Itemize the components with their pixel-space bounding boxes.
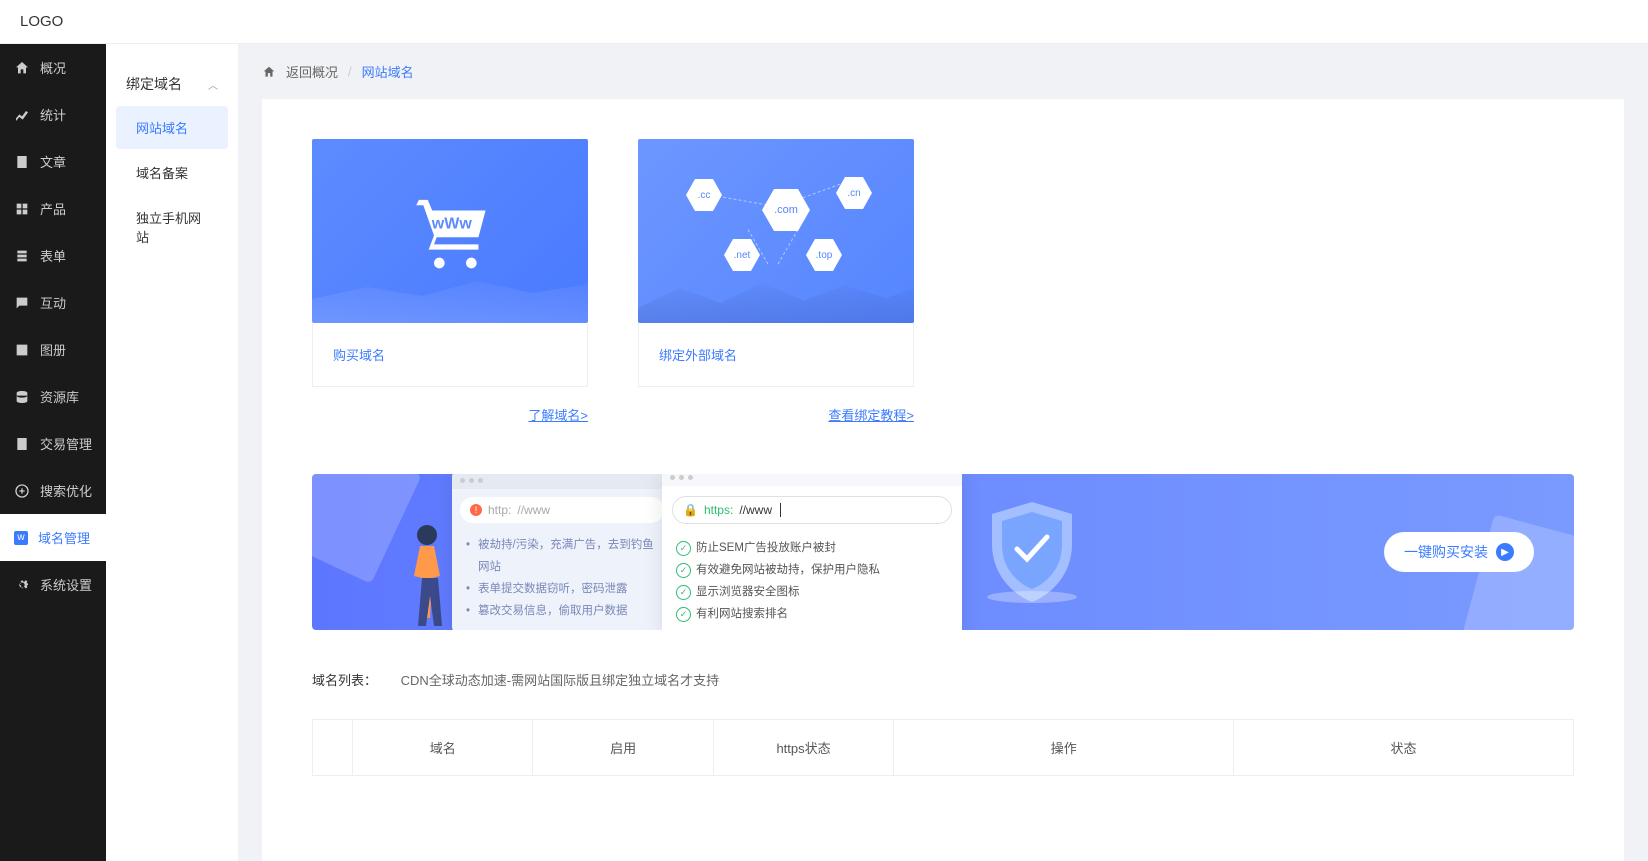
list-item: 防止SEM广告投放账户被封	[676, 538, 948, 560]
install-ssl-button[interactable]: 一键购买安装 ▶	[1384, 532, 1534, 572]
card-bind-title[interactable]: 绑定外部域名	[659, 345, 893, 364]
breadcrumb-current: 网站域名	[362, 62, 414, 81]
nav-label: 概况	[40, 58, 66, 77]
person-illustration	[402, 520, 452, 630]
sidebar-item-overview[interactable]: 概况	[0, 44, 106, 91]
cart-www-icon: wWw	[405, 191, 495, 271]
tld-com: .com	[762, 189, 810, 231]
db-icon	[14, 389, 30, 405]
https-banner: ! http://www 被劫持/污染，充满广告，去到钓鱼网站 表单提交数据窃听…	[312, 474, 1574, 630]
sidebar-item-stats[interactable]: 统计	[0, 91, 106, 138]
sidebar-item-transaction[interactable]: 交易管理	[0, 420, 106, 467]
nav-label: 产品	[40, 199, 66, 218]
th-domain: 域名	[353, 720, 533, 775]
https-pros-list: 防止SEM广告投放账户被封 有效避免网站被劫持，保护用户隐私 显示浏览器安全图标…	[662, 534, 962, 630]
sidebar-item-product[interactable]: 产品	[0, 185, 106, 232]
sub-item-mobile[interactable]: 独立手机网站	[116, 196, 228, 258]
card-buy-title[interactable]: 购买域名	[333, 345, 567, 364]
home-icon	[14, 60, 30, 76]
th-status: 状态	[1234, 720, 1573, 775]
nav-label: 互动	[40, 293, 66, 312]
https-url-bar: 🔒 https://www	[672, 496, 952, 524]
lock-icon: 🔒	[683, 503, 698, 517]
sub-sidebar: 绑定域名︿ 网站域名 域名备案 独立手机网站	[106, 44, 238, 861]
order-icon	[14, 436, 30, 452]
nav-label: 系统设置	[40, 575, 92, 594]
card-buy-link[interactable]: 了解域名>	[528, 408, 588, 423]
sidebar-item-gallery[interactable]: 图册	[0, 326, 106, 373]
domain-table: 域名 启用 https状态 操作 状态	[312, 719, 1574, 776]
doc-icon	[14, 154, 30, 170]
sidebar-item-interact[interactable]: 互动	[0, 279, 106, 326]
nav-label: 搜索优化	[40, 481, 92, 500]
nav-label: 表单	[40, 246, 66, 265]
http-browser: ! http://www 被劫持/污染，充满广告，去到钓鱼网站 表单提交数据窃听…	[452, 474, 672, 630]
http-cons-list: 被劫持/污染，充满广告，去到钓鱼网站 表单提交数据窃听，密码泄露 篡改交易信息，…	[452, 531, 672, 630]
gear-icon	[14, 577, 30, 593]
seo-icon	[14, 483, 30, 499]
breadcrumb: 返回概况 / 网站域名	[238, 44, 1648, 99]
domain-list-title: 域名列表：	[312, 673, 377, 688]
th-action: 操作	[894, 720, 1234, 775]
chat-icon	[14, 295, 30, 311]
chevron-up-icon: ︿	[208, 77, 218, 92]
tld-cn: .cn	[836, 177, 872, 209]
app-logo: LOGO	[20, 13, 63, 30]
card-buy-image: wWw	[312, 139, 588, 323]
tld-cc: .cc	[686, 179, 722, 211]
main-sidebar: 概况 统计 文章 产品 表单 互动 图册 资源库 交易管理 搜索优化 w 域名管理…	[0, 44, 106, 861]
http-url-bar: ! http://www	[460, 497, 664, 523]
sidebar-item-form[interactable]: 表单	[0, 232, 106, 279]
th-checkbox	[313, 720, 353, 775]
list-item: 篡改交易信息，偷取用户数据	[466, 601, 658, 623]
table-header: 域名 启用 https状态 操作 状态	[313, 720, 1573, 775]
sub-sidebar-title[interactable]: 绑定域名︿	[106, 64, 238, 104]
breadcrumb-back[interactable]: 返回概况	[286, 62, 338, 81]
card-bind-domain: .cc .com .cn .net .top 绑定外部域名 查看绑定教程>	[638, 139, 914, 424]
sidebar-item-settings[interactable]: 系统设置	[0, 561, 106, 608]
domain-badge-icon: w	[14, 531, 28, 545]
main-content: 返回概况 / 网站域名 wWw 购买域名 了解域名	[238, 44, 1648, 861]
card-bind-image: .cc .com .cn .net .top	[638, 139, 914, 323]
nav-label: 域名管理	[38, 528, 90, 547]
domain-list-note: CDN全球动态加速-需网站国际版且绑定独立域名才支持	[401, 673, 720, 688]
list-item: 显示浏览器安全图标	[676, 582, 948, 604]
sub-item-icp[interactable]: 域名备案	[116, 151, 228, 194]
nav-label: 文章	[40, 152, 66, 171]
list-item: 有利网站搜索排名	[676, 604, 948, 626]
app-header: LOGO	[0, 0, 1648, 44]
breadcrumb-sep: /	[348, 64, 352, 79]
nav-label: 统计	[40, 105, 66, 124]
svg-text:wWw: wWw	[431, 215, 473, 232]
sidebar-item-domain[interactable]: w 域名管理	[0, 514, 106, 561]
nav-label: 交易管理	[40, 434, 92, 453]
grid-icon	[14, 201, 30, 217]
sidebar-item-article[interactable]: 文章	[0, 138, 106, 185]
sub-item-site-domain[interactable]: 网站域名	[116, 106, 228, 149]
stats-icon	[14, 107, 30, 123]
list-item: 表单提交数据窃听，密码泄露	[466, 579, 658, 601]
domain-list-section: 域名列表： CDN全球动态加速-需网站国际版且绑定独立域名才支持 域名 启用 h…	[312, 670, 1574, 776]
list-item: 被劫持/污染，充满广告，去到钓鱼网站	[466, 535, 658, 579]
sidebar-item-resource[interactable]: 资源库	[0, 373, 106, 420]
arrow-right-icon: ▶	[1496, 543, 1514, 561]
card-buy-domain: wWw 购买域名 了解域名>	[312, 139, 588, 424]
warning-icon: !	[470, 504, 482, 516]
nav-label: 资源库	[40, 387, 79, 406]
list-item: 有效避免网站被劫持，保护用户隐私	[676, 560, 948, 582]
card-bind-link[interactable]: 查看绑定教程>	[828, 408, 914, 423]
shield-icon	[982, 497, 1082, 607]
action-cards: wWw 购买域名 了解域名>	[312, 139, 1574, 424]
sidebar-item-seo[interactable]: 搜索优化	[0, 467, 106, 514]
th-https: https状态	[714, 720, 894, 775]
tld-net: .net	[724, 239, 760, 271]
tld-top: .top	[806, 239, 842, 271]
th-enable: 启用	[533, 720, 713, 775]
nav-label: 图册	[40, 340, 66, 359]
image-icon	[14, 342, 30, 358]
https-browser: 🔒 https://www 防止SEM广告投放账户被封 有效避免网站被劫持，保护…	[662, 474, 962, 630]
form-icon	[14, 248, 30, 264]
home-icon	[262, 65, 276, 79]
